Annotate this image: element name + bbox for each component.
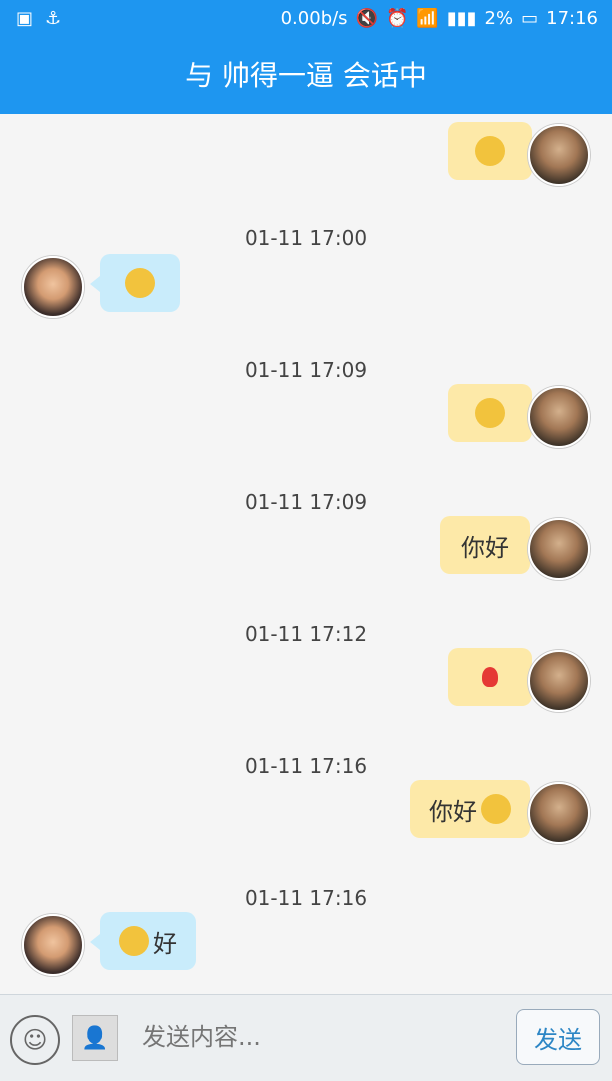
composer-bar: ☺ 👤 发送 bbox=[0, 994, 612, 1081]
battery-percent: 2% bbox=[484, 8, 514, 29]
message-bubble[interactable]: 好 bbox=[90, 912, 196, 970]
message-bubble[interactable]: 你好 bbox=[440, 516, 540, 574]
wifi-icon: 📶 bbox=[416, 8, 439, 29]
send-button[interactable]: 发送 bbox=[516, 1009, 600, 1065]
message-bubble[interactable] bbox=[448, 122, 542, 180]
emoji-picker-icon[interactable]: ☺ bbox=[10, 1015, 60, 1065]
timestamp: 01-11 17:00 bbox=[244, 226, 368, 250]
clock: 17:16 bbox=[546, 8, 598, 29]
grin-emoji-icon bbox=[119, 926, 149, 956]
avatar[interactable] bbox=[22, 256, 84, 318]
message-input[interactable] bbox=[140, 1011, 504, 1063]
message-text: 你好 bbox=[429, 797, 477, 826]
message-bubble[interactable] bbox=[448, 648, 542, 706]
message-text: 好 bbox=[153, 929, 177, 958]
avatar[interactable] bbox=[22, 914, 84, 976]
message-bubble[interactable]: 你好 bbox=[410, 780, 540, 838]
message-bubble[interactable] bbox=[90, 254, 180, 312]
page-title: 与 帅得一逼 会话中 bbox=[0, 38, 612, 114]
status-left: ▣ ⚓ bbox=[16, 8, 61, 29]
timestamp: 01-11 17:09 bbox=[244, 490, 368, 514]
timestamp: 01-11 17:16 bbox=[244, 754, 368, 778]
avatar[interactable] bbox=[528, 386, 590, 448]
message-bubble[interactable] bbox=[448, 384, 542, 442]
thinking-emoji-icon bbox=[475, 136, 505, 166]
avatar[interactable] bbox=[528, 782, 590, 844]
status-right: 0.00b/s 🔇 ⏰ 📶 ▮▮▮ 2% ▭ 17:16 bbox=[281, 8, 598, 29]
chat-area[interactable]: 01-11 17:00 01-11 17:09 01-11 17:09 你好 0… bbox=[0, 114, 612, 994]
battery-icon: ▭ bbox=[521, 8, 539, 29]
network-speed: 0.00b/s bbox=[280, 8, 348, 29]
rose-emoji-icon bbox=[482, 667, 498, 687]
heart-eyes-emoji-icon bbox=[125, 268, 155, 298]
message-text: 你好 bbox=[461, 533, 509, 562]
usb-icon: ⚓ bbox=[45, 8, 62, 29]
alarm-icon: ⏰ bbox=[385, 8, 409, 29]
status-bar: ▣ ⚓ 0.00b/s 🔇 ⏰ 📶 ▮▮▮ 2% ▭ 17:16 bbox=[0, 0, 612, 38]
grin-emoji-icon bbox=[481, 794, 511, 824]
avatar[interactable] bbox=[528, 650, 590, 712]
avatar[interactable] bbox=[528, 518, 590, 580]
timestamp: 01-11 17:12 bbox=[244, 622, 368, 646]
screenshot-icon: ▣ bbox=[16, 8, 34, 29]
mute-icon: 🔇 bbox=[355, 8, 378, 29]
signal-icon: ▮▮▮ bbox=[446, 8, 477, 29]
timestamp: 01-11 17:09 bbox=[244, 358, 368, 382]
contact-icon[interactable]: 👤 bbox=[72, 1015, 118, 1061]
timestamp: 01-11 17:16 bbox=[244, 886, 368, 910]
grin-emoji-icon bbox=[475, 398, 505, 428]
avatar[interactable] bbox=[528, 124, 590, 186]
